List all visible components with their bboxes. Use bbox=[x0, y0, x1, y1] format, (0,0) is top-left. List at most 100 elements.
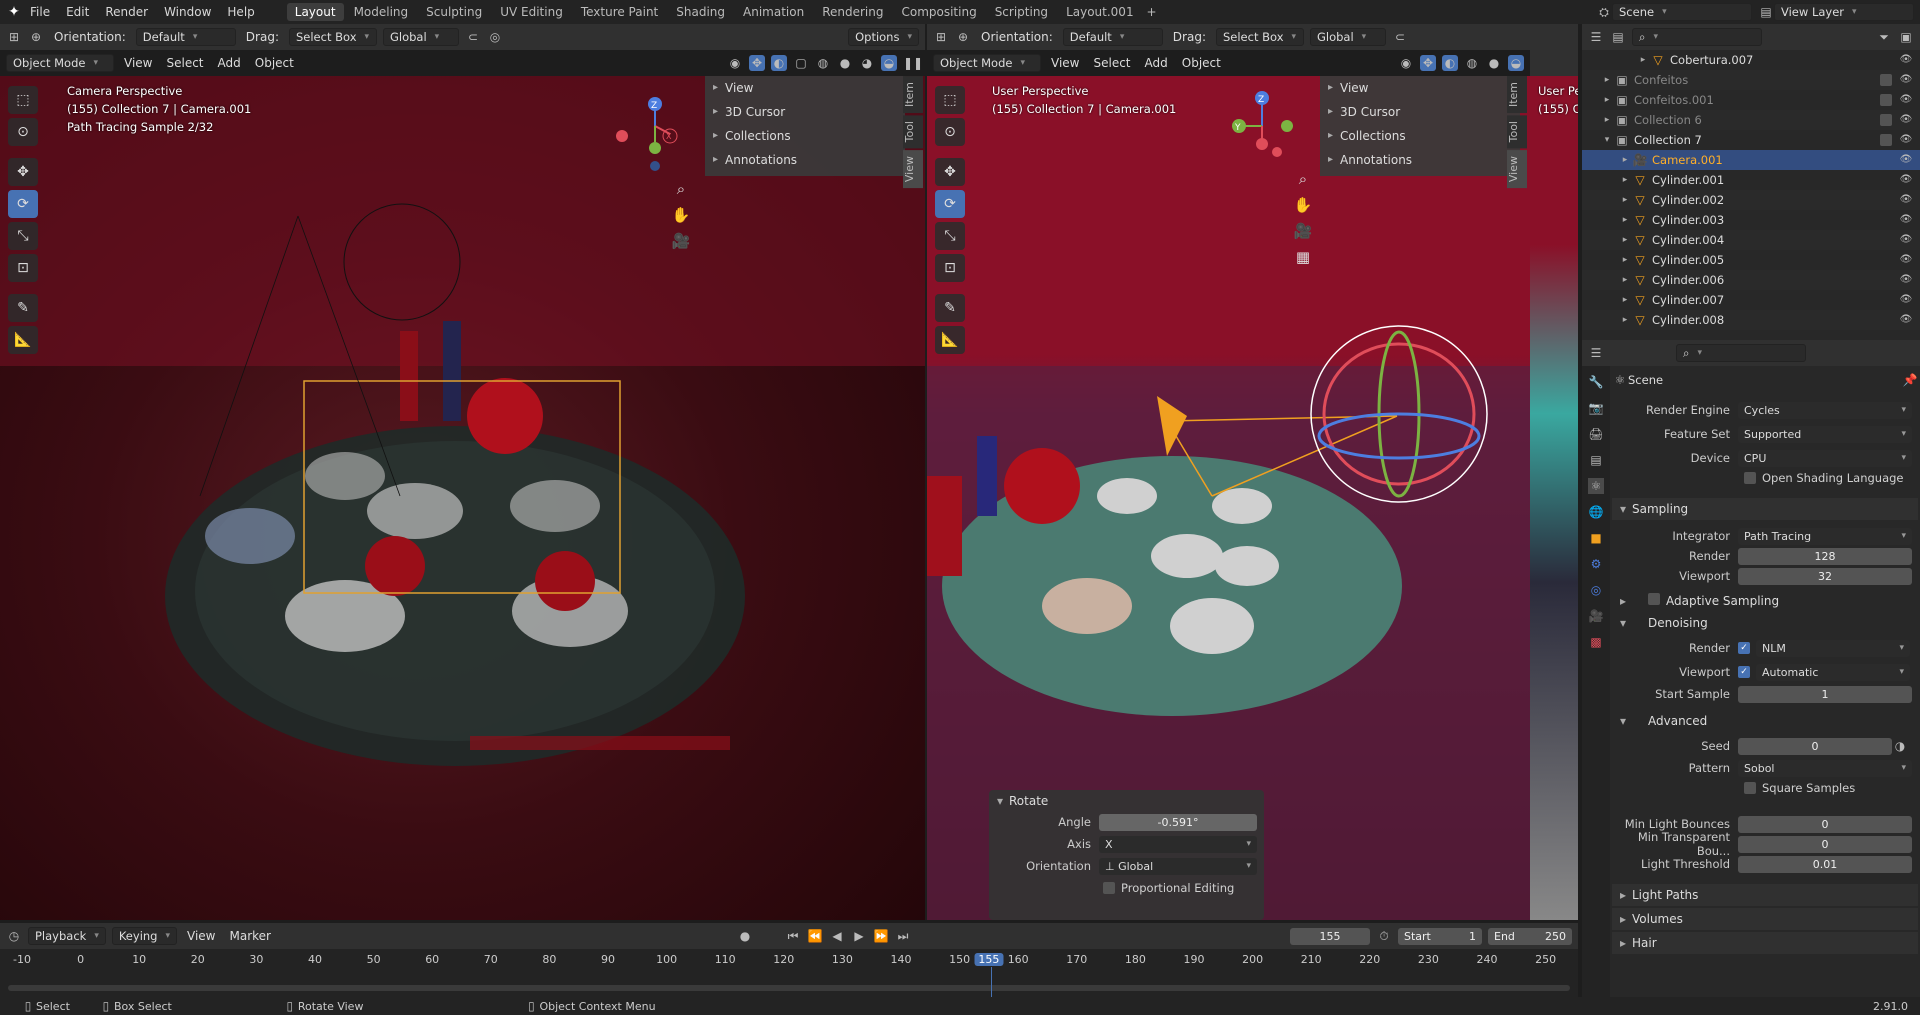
play-icon[interactable]: ▶ bbox=[851, 928, 867, 944]
proportional-icon[interactable]: ◎ bbox=[487, 29, 503, 45]
expand-arrow-icon[interactable]: ▸ bbox=[1618, 175, 1632, 185]
sampling-header[interactable]: Sampling bbox=[1612, 498, 1918, 520]
end-frame-field[interactable]: 250 bbox=[1545, 928, 1566, 945]
measure-tool-icon[interactable]: 📐 bbox=[935, 326, 965, 354]
current-frame-field[interactable]: 155 bbox=[1290, 927, 1370, 945]
record-icon[interactable]: ● bbox=[737, 928, 753, 944]
integrator-dropdown[interactable]: Path Tracing bbox=[1738, 527, 1912, 545]
next-keyframe-icon[interactable]: ⏩ bbox=[873, 928, 889, 944]
cursor-tool-icon[interactable]: ⊙ bbox=[8, 118, 38, 146]
menu-file[interactable]: File bbox=[22, 5, 58, 19]
feature-set-dropdown[interactable]: Supported bbox=[1738, 425, 1912, 443]
timeline-scrollbar[interactable] bbox=[8, 985, 1570, 991]
scale-tool-icon[interactable]: ⤡ bbox=[935, 222, 965, 250]
expand-arrow-icon[interactable]: ▸ bbox=[1618, 255, 1632, 265]
device-dropdown[interactable]: CPU bbox=[1738, 449, 1912, 467]
transform-pivot-icon[interactable]: ⊕ bbox=[955, 29, 971, 45]
orientation-dropdown[interactable]: Default bbox=[1062, 28, 1163, 46]
prev-keyframe-icon[interactable]: ⏪ bbox=[807, 928, 823, 944]
expand-arrow-icon[interactable]: ▸ bbox=[1600, 115, 1614, 125]
play-reverse-icon[interactable]: ◀ bbox=[829, 928, 845, 944]
wireframe-shading-icon[interactable]: ◍ bbox=[815, 55, 831, 71]
rendered-shading-icon[interactable]: ◒ bbox=[881, 55, 897, 71]
annotate-tool-icon[interactable]: ✎ bbox=[8, 294, 38, 322]
output-tab-icon[interactable]: 🖨 bbox=[1588, 426, 1604, 442]
visibility-icon[interactable]: ◉ bbox=[1398, 55, 1414, 71]
transform-space-dropdown[interactable]: Global bbox=[382, 28, 459, 46]
select-box-tool-icon[interactable]: ⬚ bbox=[935, 86, 965, 114]
visibility-eye-icon[interactable]: 👁 bbox=[1898, 212, 1914, 228]
rotate-tool-icon[interactable]: ⟳ bbox=[935, 190, 965, 218]
cursor-tool-icon[interactable]: ⊙ bbox=[935, 118, 965, 146]
add-menu[interactable]: Add bbox=[1141, 56, 1172, 70]
pin-icon[interactable]: 📌 bbox=[1902, 372, 1918, 388]
tab-item[interactable]: Item bbox=[903, 76, 923, 114]
tab-item[interactable]: Item bbox=[1507, 76, 1527, 114]
world-tab-icon[interactable]: 🌐 bbox=[1588, 504, 1604, 520]
pan-hand-icon[interactable]: ✋ bbox=[1290, 192, 1316, 218]
npanel-collections[interactable]: Collections bbox=[1320, 124, 1520, 148]
exclude-checkbox[interactable] bbox=[1880, 74, 1892, 86]
tab-view[interactable]: View bbox=[903, 150, 923, 189]
exclude-checkbox[interactable] bbox=[1880, 134, 1892, 146]
mode-dropdown[interactable]: Object Mode bbox=[933, 54, 1041, 72]
blender-logo-icon[interactable]: ✦ bbox=[6, 4, 22, 20]
properties-search[interactable]: ⌕ bbox=[1676, 344, 1806, 362]
right-nav-gizmo[interactable]: Z Y bbox=[1217, 86, 1307, 176]
render-engine-dropdown[interactable]: Cycles bbox=[1738, 401, 1912, 419]
filter-icon[interactable]: ⏷ bbox=[1876, 29, 1892, 45]
render-tab-icon[interactable]: 📷 bbox=[1588, 400, 1604, 416]
workspace-tab-shading[interactable]: Shading bbox=[668, 3, 733, 21]
visibility-eye-icon[interactable]: 👁 bbox=[1898, 272, 1914, 288]
visibility-eye-icon[interactable]: 👁 bbox=[1898, 132, 1914, 148]
scale-tool-icon[interactable]: ⤡ bbox=[8, 222, 38, 250]
expand-arrow-icon[interactable]: ▸ bbox=[1618, 155, 1632, 165]
transform-space-dropdown[interactable]: Global bbox=[1309, 28, 1386, 46]
transform-tool-icon[interactable]: ⊡ bbox=[935, 254, 965, 282]
rotate-panel-header[interactable]: Rotate bbox=[989, 790, 1264, 812]
physics-tab-icon[interactable]: ◎ bbox=[1588, 582, 1604, 598]
camera-view-icon[interactable]: 🎥 bbox=[1290, 218, 1316, 244]
tool-tab-icon[interactable]: 🔧 bbox=[1588, 374, 1604, 390]
mode-dropdown[interactable]: Object Mode bbox=[6, 54, 114, 72]
proportional-checkbox[interactable] bbox=[1103, 882, 1115, 894]
outliner-row[interactable]: ▸ ▽ Cylinder.003 👁 bbox=[1582, 210, 1920, 230]
material-shading-icon[interactable]: ◕ bbox=[859, 55, 875, 71]
light-paths-header[interactable]: Light Paths bbox=[1612, 884, 1918, 906]
volumes-header[interactable]: Volumes bbox=[1612, 908, 1918, 930]
editor-type-icon[interactable]: ⊞ bbox=[6, 29, 22, 45]
expand-arrow-icon[interactable]: ▸ bbox=[1618, 275, 1632, 285]
solid-shading-icon[interactable]: ● bbox=[1486, 55, 1502, 71]
pause-render-icon[interactable]: ❚❚ bbox=[903, 55, 923, 71]
orientation-dropdown[interactable]: Default bbox=[135, 28, 236, 46]
view-layer-tab-icon[interactable]: ▤ bbox=[1588, 452, 1604, 468]
workspace-tab-rendering[interactable]: Rendering bbox=[814, 3, 891, 21]
object-tab-icon[interactable]: ■ bbox=[1588, 530, 1604, 546]
workspace-tab-sculpting[interactable]: Sculpting bbox=[418, 3, 490, 21]
playback-menu[interactable]: Playback bbox=[28, 927, 106, 945]
denoise-render-dropdown[interactable]: NLM bbox=[1756, 639, 1910, 657]
third-viewport[interactable]: User Persp (155) Co bbox=[1530, 76, 1578, 920]
menu-render[interactable]: Render bbox=[97, 5, 156, 19]
solid-shading-icon[interactable]: ● bbox=[837, 55, 853, 71]
editor-type-icon[interactable]: ☰ bbox=[1588, 345, 1604, 361]
npanel-annotations[interactable]: Annotations bbox=[1320, 148, 1520, 172]
light-threshold-field[interactable]: 0.01 bbox=[1738, 855, 1912, 873]
jump-start-icon[interactable]: ⏮ bbox=[785, 928, 801, 944]
snap-icon[interactable]: ⊂ bbox=[465, 29, 481, 45]
drag-dropdown[interactable]: Select Box bbox=[288, 28, 377, 46]
outliner-row[interactable]: ▸ ▽ Cylinder.006 👁 bbox=[1582, 270, 1920, 290]
square-samples-checkbox[interactable] bbox=[1744, 782, 1756, 794]
view-menu[interactable]: View bbox=[1047, 56, 1083, 70]
outliner-row[interactable]: ▸ ▽ Cylinder.002 👁 bbox=[1582, 190, 1920, 210]
options-dropdown[interactable]: Options bbox=[848, 28, 919, 46]
adaptive-sampling-header[interactable]: Adaptive Sampling bbox=[1612, 590, 1918, 612]
object-menu[interactable]: Object bbox=[1178, 56, 1225, 70]
object-menu[interactable]: Object bbox=[251, 56, 298, 70]
expand-arrow-icon[interactable]: ▾ bbox=[1600, 135, 1614, 145]
right-viewport[interactable]: ⬚ ⊙ ✥ ⟳ ⤡ ⊡ ✎ 📐 User Perspective (155) C… bbox=[927, 76, 1530, 920]
workspace-tab-texture-paint[interactable]: Texture Paint bbox=[573, 3, 666, 21]
transform-pivot-icon[interactable]: ⊕ bbox=[28, 29, 44, 45]
new-collection-icon[interactable]: ▣ bbox=[1898, 29, 1914, 45]
tab-view[interactable]: View bbox=[1507, 150, 1527, 189]
